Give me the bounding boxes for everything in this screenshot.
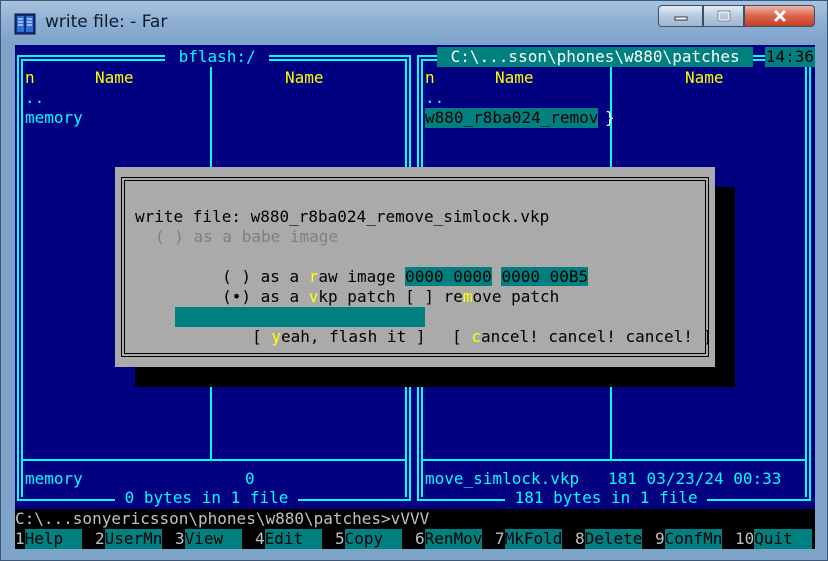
fkey-delete[interactable]: 8Delete (575, 529, 643, 549)
right-item-overflow-marker: } (605, 108, 615, 127)
option-babe-image: ( ) as a babe image (155, 227, 339, 246)
command-line[interactable]: C:\...sonyericsson\phones\w880\patches>v… (15, 509, 815, 529)
flash-button-hotkey: y (271, 327, 281, 346)
fkey-label: ConfMn (664, 529, 723, 549)
option-vkp-label: (•) as a (222, 287, 309, 306)
right-status-line: move_simlock.vkp 181 03/23/24 00:33 (425, 469, 782, 488)
cancel-button-label: ancel! cancel! cancel! ] (480, 327, 713, 346)
fkey-num: 10 (735, 529, 755, 548)
fkey-num: 6 (415, 529, 425, 548)
clock: 14:36 (764, 47, 815, 67)
app-window: write file: - Far bflash:/ n Name Name .… (0, 0, 828, 561)
fkey-renmov[interactable]: 6RenMov (415, 529, 483, 549)
fkey-label: MkFold (504, 529, 563, 549)
option-vkp-hotkey: v (308, 287, 319, 306)
right-col-n-header[interactable]: n (425, 68, 435, 88)
fkey-label: Delete (584, 529, 643, 549)
right-item-parent[interactable]: .. (425, 88, 444, 108)
right-summary: 181 bytes in 1 file (505, 488, 708, 508)
right-col-name2-header[interactable]: Name (685, 68, 724, 88)
minimize-icon (674, 16, 687, 21)
fkey-label: Quit (754, 529, 813, 549)
dialog-prompt: write file: w880_r8ba024_remove_simlock.… (135, 207, 550, 226)
left-col-name2-header[interactable]: Name (285, 68, 324, 88)
fkey-label: Copy (344, 529, 403, 549)
option-vkp-label-mid: kp patch [ ] re (318, 287, 463, 306)
function-key-bar: 1Help 2UserMn 3View 4Edit 5Copy 6RenMov … (15, 529, 815, 549)
fkey-copy[interactable]: 5Copy (335, 529, 403, 549)
left-item-parent[interactable]: .. (25, 88, 44, 108)
right-col-name-header[interactable]: Name (495, 68, 534, 88)
fkey-num: 2 (95, 529, 105, 548)
fkey-usermenu[interactable]: 2UserMn (95, 529, 163, 549)
left-status-separator (21, 459, 407, 461)
cancel-button[interactable]: [ cancel! cancel! cancel! ] (375, 307, 712, 346)
fkey-num: 9 (655, 529, 665, 548)
cancel-button-hotkey: c (471, 327, 481, 346)
fkey-help[interactable]: 1Help (15, 529, 83, 549)
option-raw-image[interactable]: ( ) as a raw image 0000 0000 0000 00B5 (145, 247, 589, 286)
option-vkp-patch[interactable]: (•) as a vkp patch [ ] remove patch (145, 267, 559, 306)
fkey-num: 5 (335, 529, 345, 548)
close-button[interactable] (744, 5, 815, 27)
right-panel-title: C:\...sson\phones\w880\patches (437, 47, 754, 67)
fkey-label: UserMn (104, 529, 163, 549)
remove-patch-label: ove patch (472, 287, 560, 306)
left-col-name-header[interactable]: Name (95, 68, 134, 88)
maximize-button[interactable] (703, 5, 744, 27)
minimize-button[interactable] (658, 5, 703, 27)
window-title: write file: - Far (45, 12, 168, 32)
fkey-num: 8 (575, 529, 585, 548)
left-status-size: 0 (245, 469, 255, 488)
fkey-edit[interactable]: 4Edit (255, 529, 323, 549)
fkey-label: View (184, 529, 243, 549)
fkey-num: 1 (15, 529, 25, 548)
maximize-icon (717, 10, 730, 22)
left-item-memory[interactable]: memory (25, 108, 83, 128)
fkey-num: 7 (495, 529, 505, 548)
write-file-dialog[interactable]: write file: w880_r8ba024_remove_simlock.… (115, 167, 715, 367)
flash-button-pre: [ (252, 327, 272, 346)
title-bar[interactable]: write file: - Far (1, 1, 827, 49)
remove-patch-hotkey: m (462, 287, 473, 306)
right-status-separator (421, 459, 807, 461)
left-col-n-header[interactable]: n (25, 68, 35, 88)
fkey-num: 4 (255, 529, 265, 548)
left-status-name: memory (25, 469, 83, 488)
fkey-confmenu[interactable]: 9ConfMn (655, 529, 723, 549)
right-item-selected-file[interactable]: w880_r8ba024_remov (425, 108, 599, 128)
far-manager-icon (14, 13, 36, 35)
fkey-mkfold[interactable]: 7MkFold (495, 529, 563, 549)
fkey-quit[interactable]: 10Quit (735, 529, 813, 549)
console-area[interactable]: bflash:/ n Name Name .. memory memory 0 … (15, 45, 815, 549)
fkey-view[interactable]: 3View (175, 529, 243, 549)
fkey-label: Help (24, 529, 83, 549)
fkey-num: 3 (175, 529, 185, 548)
fkey-label: Edit (264, 529, 323, 549)
left-summary: 0 bytes in 1 file (115, 488, 299, 508)
close-icon (773, 9, 786, 23)
fkey-label: RenMov (424, 529, 483, 549)
cancel-button-pre: [ (452, 327, 472, 346)
left-panel-title: bflash:/ (165, 47, 270, 67)
